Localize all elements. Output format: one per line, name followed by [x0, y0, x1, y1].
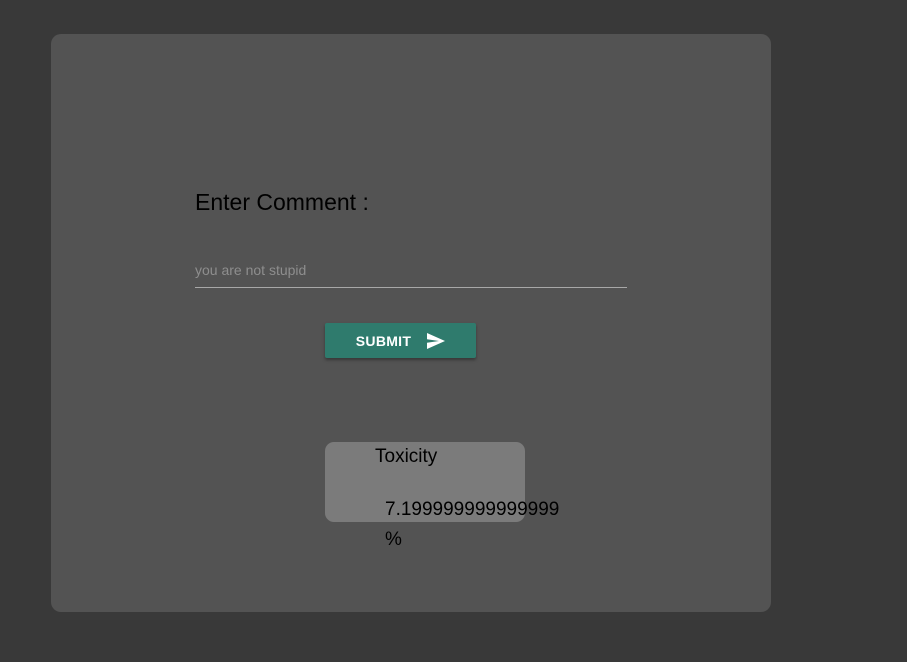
toxicity-value: 7.199999999999999 %	[385, 495, 559, 555]
submit-button[interactable]: SUBMIT	[325, 323, 476, 358]
toxicity-title: Toxicity	[375, 446, 438, 467]
comment-label: Enter Comment :	[195, 189, 369, 215]
comment-card: Enter Comment : SUBMIT Toxicity 7.199999…	[51, 34, 771, 612]
toxicity-number: 7.199999999999999	[385, 499, 560, 520]
comment-input[interactable]	[195, 252, 627, 288]
toxicity-unit: %	[385, 529, 402, 550]
submit-button-label: SUBMIT	[355, 332, 412, 349]
send-icon	[427, 332, 446, 349]
